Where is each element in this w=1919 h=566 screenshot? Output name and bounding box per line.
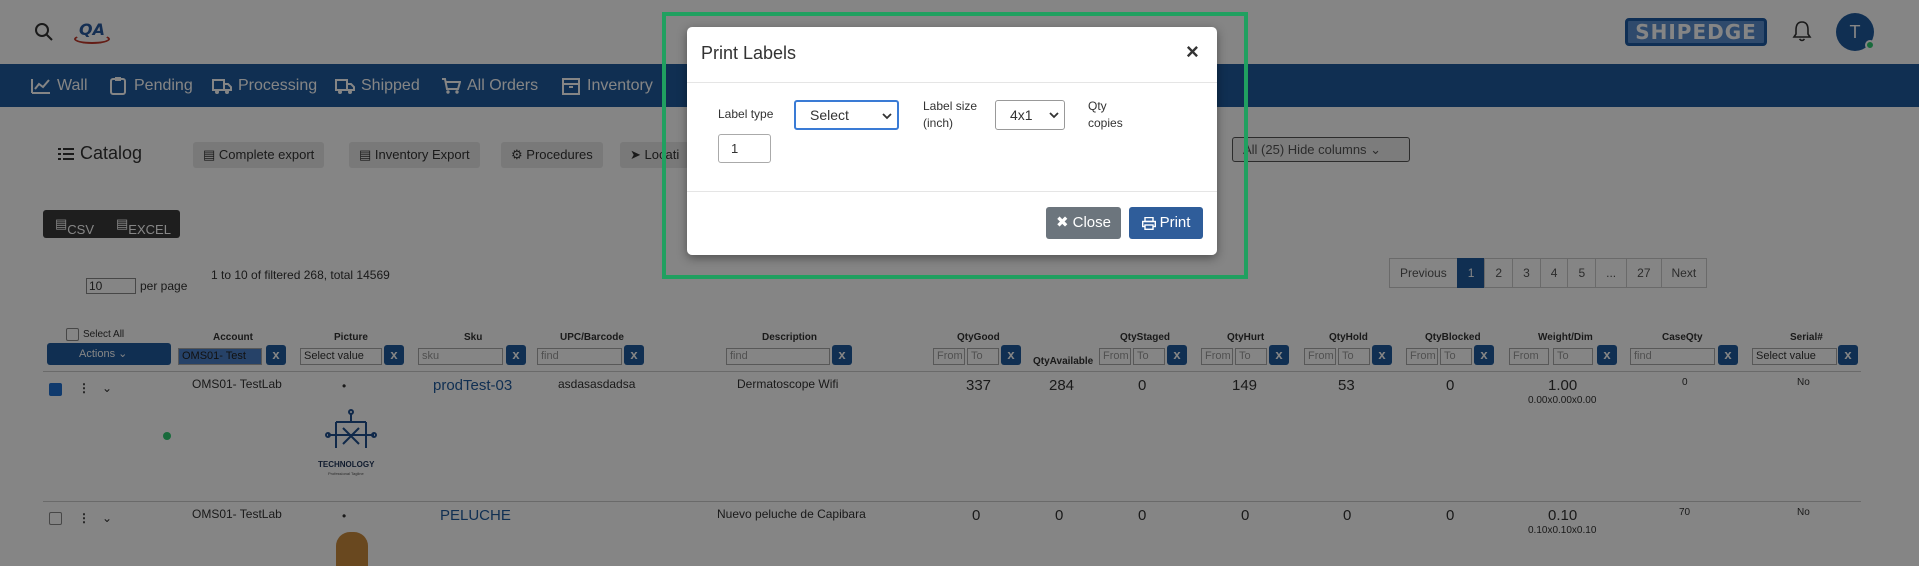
highlight-box <box>662 12 1248 279</box>
